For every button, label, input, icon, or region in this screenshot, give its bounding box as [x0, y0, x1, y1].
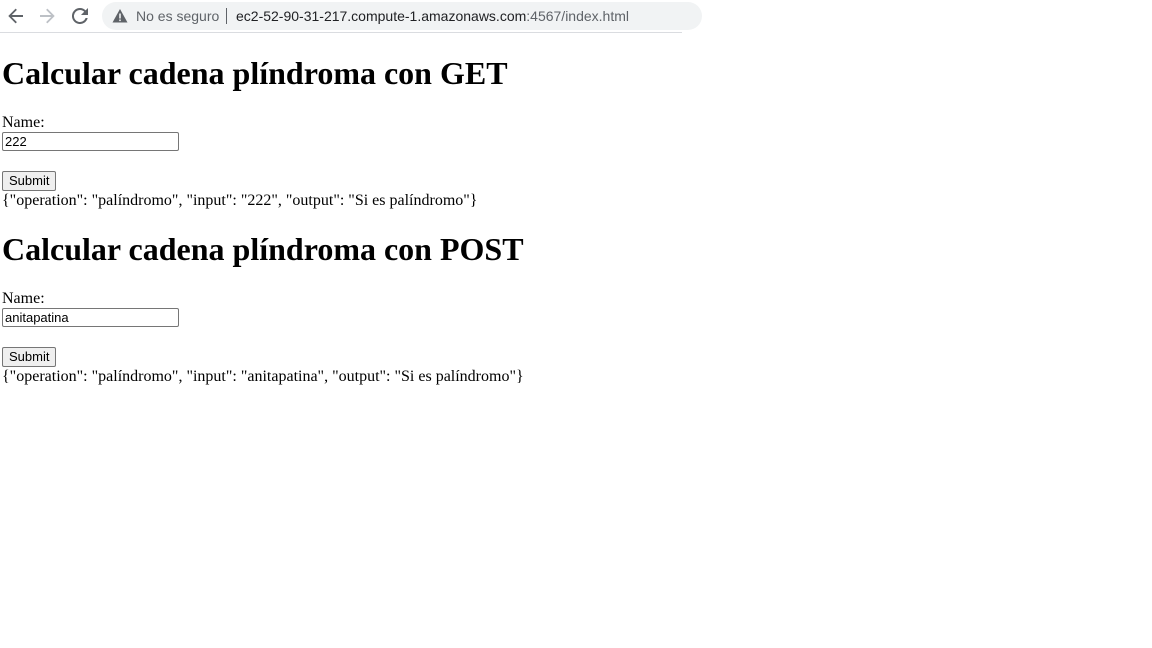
- address-bar[interactable]: No es seguro ec2-52-90-31-217.compute-1.…: [102, 2, 702, 30]
- get-result-text: {"operation": "palíndromo", "input": "22…: [2, 192, 478, 209]
- post-submit-button[interactable]: Submit: [2, 347, 57, 367]
- url-host: ec2-52-90-31-217.compute-1.amazonaws.com: [236, 8, 527, 24]
- reload-icon: [72, 8, 88, 24]
- get-name-label: Name:: [2, 114, 45, 131]
- forward-button[interactable]: [36, 5, 58, 27]
- security-status-label[interactable]: No es seguro: [136, 7, 219, 25]
- url-path: :4567/index.html: [526, 8, 629, 24]
- reload-button[interactable]: [69, 5, 91, 27]
- arrow-left-icon: [8, 8, 23, 24]
- post-section-title: Calcular cadena plíndroma con POST: [2, 231, 524, 267]
- post-result-text: {"operation": "palíndromo", "input": "an…: [2, 368, 524, 385]
- warning-triangle-icon: [112, 9, 128, 23]
- url-text[interactable]: ec2-52-90-31-217.compute-1.amazonaws.com…: [236, 7, 629, 25]
- browser-toolbar: No es seguro ec2-52-90-31-217.compute-1.…: [0, 0, 702, 33]
- address-bar-divider: [226, 8, 227, 24]
- get-submit-button[interactable]: Submit: [2, 171, 57, 191]
- back-button[interactable]: [5, 5, 27, 27]
- get-section-title: Calcular cadena plíndroma con GET: [2, 55, 508, 91]
- post-name-input[interactable]: [2, 308, 179, 327]
- post-name-label: Name:: [2, 290, 45, 307]
- arrow-right-icon: [40, 8, 55, 24]
- get-name-input[interactable]: [2, 132, 179, 151]
